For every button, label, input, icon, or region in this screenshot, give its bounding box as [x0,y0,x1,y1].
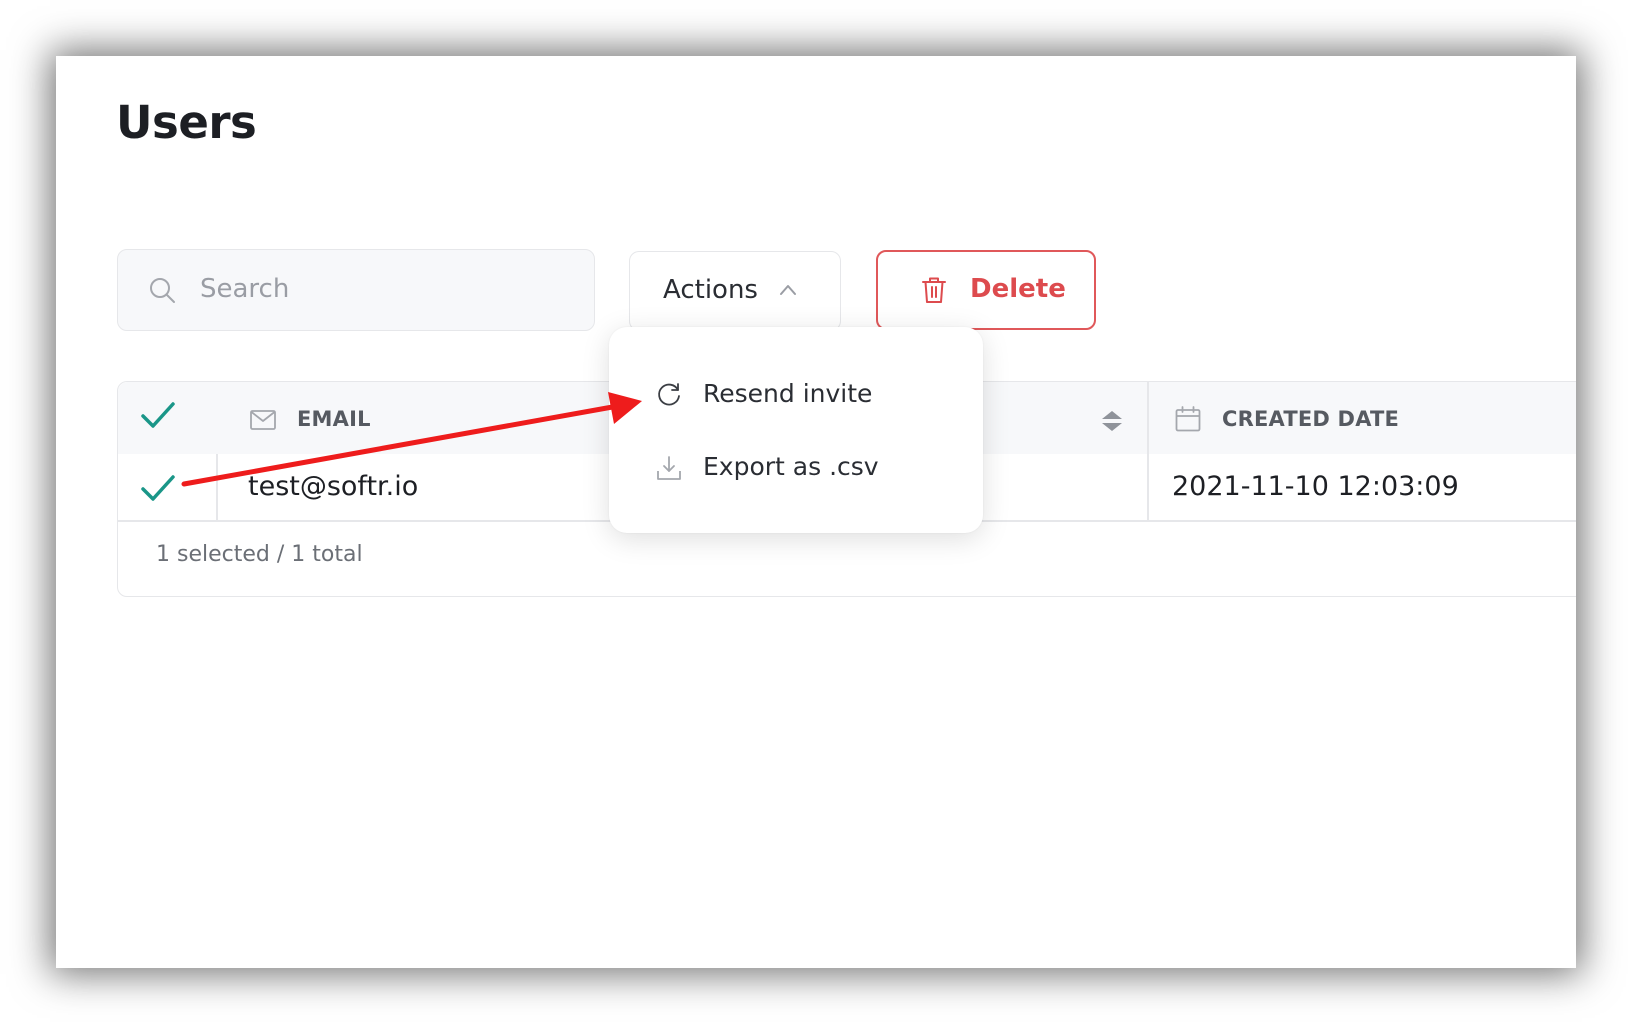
delete-button-label: Delete [970,274,1066,304]
chevron-up-icon [780,285,796,295]
app-window: Users Search Actions Delete EMAIL CREATE… [56,56,1576,968]
actions-button[interactable]: Actions [629,251,841,331]
download-icon [657,456,681,480]
menu-item-label: Export as .csv [703,452,879,481]
column-divider [216,454,218,522]
column-header-email[interactable]: EMAIL [297,407,371,431]
page-title: Users [116,96,257,149]
trash-icon [922,277,946,303]
cell-email: test@softr.io [248,471,419,502]
sort-icon[interactable] [1100,409,1124,433]
search-icon [150,278,175,303]
menu-item-label: Resend invite [703,379,873,408]
refresh-icon [658,383,680,406]
menu-item-export-csv[interactable]: Export as .csv [609,440,983,496]
select-all-checkbox[interactable] [140,400,176,430]
row-checkbox[interactable] [140,473,176,503]
calendar-icon [1175,406,1201,432]
column-divider [1147,382,1149,522]
actions-menu: Resend invite Export as .csv [609,327,983,533]
menu-item-resend-invite[interactable]: Resend invite [609,367,983,423]
cell-created-date: 2021-11-10 12:03:09 [1172,471,1459,502]
selection-status: 1 selected / 1 total [156,542,363,567]
search-input[interactable]: Search [117,249,595,331]
column-header-created-date[interactable]: CREATED DATE [1222,407,1399,431]
actions-button-label: Actions [663,275,758,305]
search-placeholder: Search [200,274,290,304]
mail-icon [250,410,276,430]
delete-button[interactable]: Delete [876,250,1096,330]
